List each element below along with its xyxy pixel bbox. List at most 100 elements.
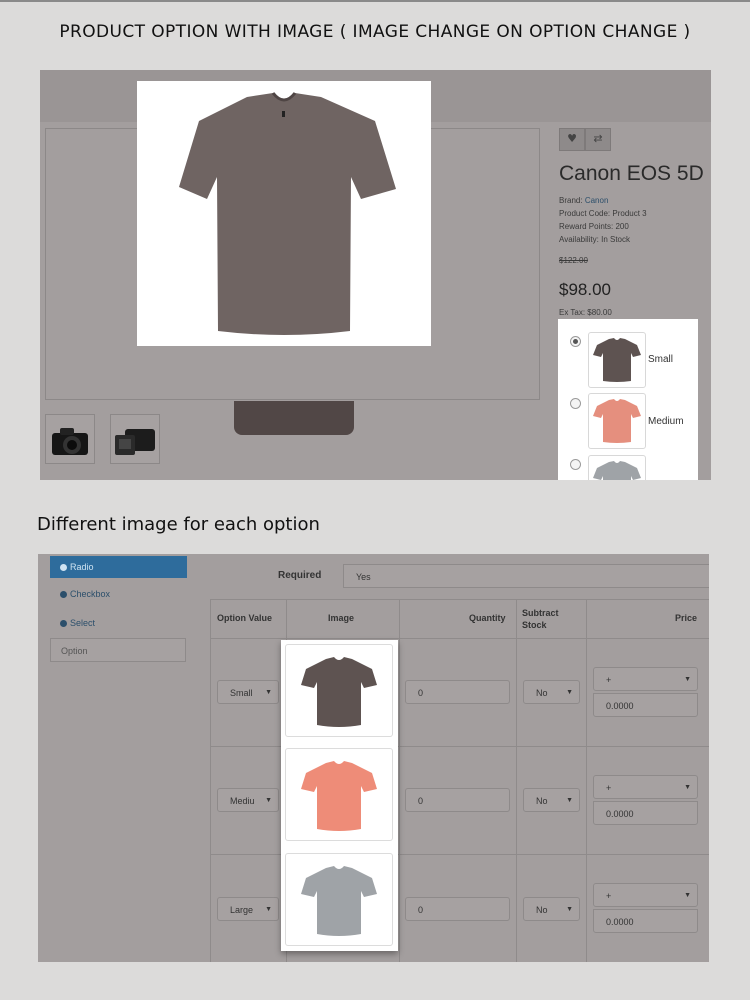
required-label: Required [278,570,322,581]
subtract-select[interactable]: No ▼ [523,680,580,704]
option-label-medium: Medium [648,416,684,427]
option-image-cell-large[interactable] [285,853,393,946]
option-value: Large [230,905,254,915]
col-border-3 [516,599,517,962]
tshirt-icon [301,866,377,936]
header-price: Price [675,613,698,623]
tab-checkbox-label: Checkbox [70,589,111,599]
brand-line: Brand: Canon [559,196,608,205]
price-prefix-select[interactable]: + ▼ [593,883,698,907]
option-value-select[interactable]: Mediu ▼ [217,788,279,812]
option-image-cell-small[interactable] [285,644,393,737]
required-select[interactable]: Yes [343,564,709,588]
dropdown-caret-icon: ▼ [265,906,272,913]
option-radio-small[interactable] [570,336,581,347]
dropdown-caret-icon: ▼ [265,797,272,804]
table-header-border [210,638,709,639]
col-border-2 [399,599,400,962]
dropdown-caret-icon: ▼ [566,689,573,696]
minus-circle-icon [60,620,67,627]
price: $98.00 [559,280,611,299]
minus-circle-icon [60,564,67,571]
header-subtract-2: Stock [522,620,547,630]
option-radio-medium[interactable] [570,398,581,409]
quantity-input[interactable]: 0 [405,680,510,704]
camera-icon [52,428,88,455]
option-image-large[interactable] [588,455,646,480]
tab-radio-label: Radio [70,562,94,572]
header-quantity: Quantity [469,613,506,623]
page-heading: PRODUCT OPTION WITH IMAGE ( IMAGE CHANGE… [59,22,691,42]
dropdown-caret-icon: ▼ [684,892,691,899]
ex-tax-price: Ex Tax: $80.00 [559,308,612,317]
option-image-cell-medium[interactable] [285,748,393,841]
top-border [0,0,750,2]
quantity-input[interactable]: 0 [405,788,510,812]
tab-checkbox[interactable]: Checkbox [60,589,110,599]
price-prefix-select[interactable]: + ▼ [593,775,698,799]
option-radio-large[interactable] [570,459,581,470]
reward-points: Reward Points: 200 [559,222,629,231]
header-subtract-1: Subtract [522,608,559,618]
camera-icon [115,429,155,455]
availability: Availability: In Stock [559,235,630,244]
price-prefix: + [606,891,612,901]
price-prefix: + [606,675,612,685]
tshirt-icon [301,761,377,831]
subtract-value: No [536,796,548,806]
shirt-behind [234,401,354,435]
action-buttons: ♥ ⇄ [559,128,611,151]
header-option-value: Option Value [217,613,273,623]
price-prefix-select[interactable]: + ▼ [593,667,698,691]
option-image-small[interactable] [588,332,646,388]
subtract-value: No [536,688,548,698]
dropdown-caret-icon: ▼ [684,784,691,791]
subtract-select[interactable]: No ▼ [523,897,580,921]
option-value: Mediu [230,796,255,806]
col-border-4 [586,599,587,962]
col-border-0 [210,599,211,962]
tshirt-icon [593,399,641,443]
option-value-select[interactable]: Large ▼ [217,897,279,921]
table-border-top [210,599,709,600]
product-title: Canon EOS 5D [559,162,704,185]
header-image: Image [328,613,355,623]
subtract-select[interactable]: No ▼ [523,788,580,812]
thumbnail-2[interactable] [110,414,160,464]
tshirt-icon [301,657,377,727]
price-input[interactable]: 0.0000 [593,693,698,717]
product-code: Product Code: Product 3 [559,209,647,218]
price-input[interactable]: 0.0000 [593,801,698,825]
compare-icon: ⇄ [593,132,603,145]
section-heading: Different image for each option [37,514,320,535]
dropdown-caret-icon: ▼ [684,676,691,683]
price-input[interactable]: 0.0000 [593,909,698,933]
option-selector: Small Medium [558,319,698,480]
option-value-select[interactable]: Small ▼ [217,680,279,704]
dropdown-caret-icon: ▼ [566,906,573,913]
old-price: $122.00 [559,256,588,265]
option-label-small: Small [648,354,674,365]
price-prefix: + [606,783,612,793]
dropdown-caret-icon: ▼ [265,689,272,696]
heart-icon: ♥ [567,132,577,145]
dropdown-caret-icon: ▼ [566,797,573,804]
option-image-column [281,640,398,951]
option-input[interactable]: Option [50,638,186,662]
subtract-value: No [536,905,548,915]
brand-link[interactable]: Canon [585,196,609,205]
wishlist-button[interactable]: ♥ [559,128,585,151]
minus-circle-icon [60,591,67,598]
thumbnail-1[interactable] [45,414,95,464]
tab-radio[interactable]: Radio [50,556,187,578]
compare-button[interactable]: ⇄ [585,128,611,151]
tshirt-icon [593,461,641,480]
tab-select-label: Select [70,618,96,628]
brand-label: Brand: [559,196,583,205]
option-image-medium[interactable] [588,393,646,449]
tshirt-icon [593,338,641,382]
tab-select[interactable]: Select [60,618,95,628]
enlarged-product-image [137,81,431,346]
quantity-input[interactable]: 0 [405,897,510,921]
tshirt-icon [179,92,396,335]
